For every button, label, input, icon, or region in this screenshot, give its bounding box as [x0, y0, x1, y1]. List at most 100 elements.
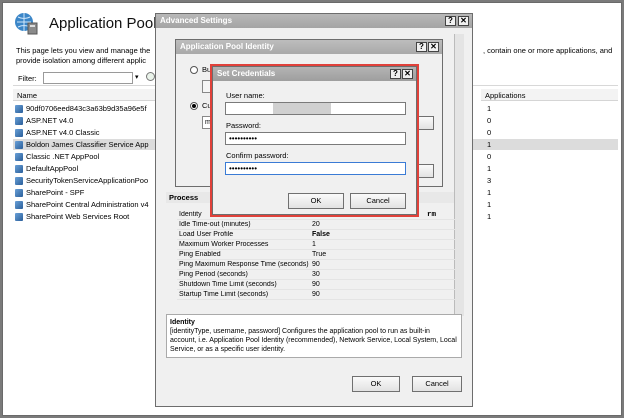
pool-row[interactable]: SharePoint Central Administration v4: [15, 199, 158, 210]
creds-cancel-button[interactable]: Cancel: [350, 193, 406, 209]
pool-row[interactable]: SecurityTokenServiceApplicationPoo: [15, 175, 158, 186]
property-value: 90: [312, 291, 320, 298]
pool-row[interactable]: 90df0706eed843c3a63b9d35a96e5f: [15, 103, 158, 114]
property-row[interactable]: Idle Time-out (minutes) 20: [177, 220, 457, 230]
pool-row[interactable]: SharePoint Web Services Root: [15, 211, 158, 222]
pool-name: ASP.NET v4.0 Classic: [26, 128, 100, 137]
description-line-1: This page lets you view and manage the: [16, 46, 151, 55]
column-header-applications[interactable]: Applications: [481, 89, 618, 101]
identity-title: Application Pool Identity: [180, 42, 274, 51]
dropdown-arrow-icon[interactable]: ▾: [135, 73, 139, 81]
column-header-name[interactable]: Name: [13, 89, 158, 101]
app-pool-icon: [15, 188, 23, 197]
filter-input[interactable]: [43, 72, 133, 84]
pool-app-count: 1: [487, 164, 492, 173]
advanced-ok-button[interactable]: OK: [352, 376, 400, 392]
filter-label: Filter:: [18, 74, 37, 83]
pool-name: SecurityTokenServiceApplicationPoo: [26, 176, 149, 185]
app-pool-icon: [15, 152, 23, 161]
identity-close-button[interactable]: ✕: [428, 42, 439, 52]
property-name: Load User Profile: [179, 231, 234, 238]
description-title: Identity: [170, 319, 195, 326]
property-row[interactable]: Startup Time Limit (seconds) 90: [177, 290, 457, 300]
pool-app-count: 1: [487, 200, 492, 209]
property-value: 90: [312, 281, 320, 288]
property-name: Ping Enabled: [179, 251, 221, 258]
pool-name: Classic .NET AppPool: [26, 152, 100, 161]
advanced-settings-titlebar: Advanced Settings: [156, 14, 472, 28]
pool-app-count: 0: [487, 128, 492, 137]
custom-account-radio[interactable]: [190, 102, 198, 110]
property-row[interactable]: Ping Maximum Response Time (seconds) 90: [177, 260, 457, 270]
identity-value-fragment: rm: [427, 211, 437, 219]
description-line-2: provide isolation among different applic: [16, 56, 146, 65]
password-field[interactable]: ••••••••••: [225, 132, 406, 145]
builtin-account-radio[interactable]: [190, 66, 198, 74]
pool-app-count: 3: [487, 176, 492, 185]
confirm-password-label: Confirm password:: [226, 151, 289, 160]
pool-name: SharePoint - SPF: [26, 188, 85, 197]
page-title: Application Pools: [49, 15, 165, 32]
app-pool-icon: [15, 104, 23, 113]
property-row[interactable]: Maximum Worker Processes 1: [177, 240, 457, 250]
close-button[interactable]: ✕: [458, 16, 469, 26]
set-credentials-dialog: Set Credentials ? ✕ User name: Password:…: [212, 66, 417, 215]
description-text: [identityType, username, password] Confi…: [170, 328, 457, 353]
pool-app-count: 1: [487, 104, 492, 113]
pool-row[interactable]: DefaultAppPool: [15, 163, 158, 174]
password-label: Password:: [226, 121, 262, 130]
app-pool-icon: [15, 116, 23, 125]
go-icon[interactable]: [146, 72, 155, 81]
pool-name: SharePoint Central Administration v4: [26, 200, 149, 209]
identity-help-button[interactable]: ?: [416, 42, 427, 52]
advanced-cancel-button[interactable]: Cancel: [412, 376, 462, 392]
set-credentials-titlebar: Set Credentials: [213, 67, 416, 81]
property-name: Idle Time-out (minutes): [179, 221, 251, 228]
username-label: User name:: [226, 91, 265, 100]
creds-ok-button[interactable]: OK: [288, 193, 344, 209]
pool-row[interactable]: SharePoint - SPF: [15, 187, 158, 198]
app-pool-icon: [15, 212, 23, 221]
iis-manager-window: Application Pools This page lets you vie…: [2, 2, 622, 416]
property-row[interactable]: Load User Profile False: [177, 230, 457, 240]
description-panel: Identity [identityType, username, passwo…: [166, 314, 462, 358]
property-value: 1: [312, 241, 316, 248]
property-name: Maximum Worker Processes: [179, 241, 269, 248]
property-value: 20: [312, 221, 320, 228]
app-pool-icon: [15, 176, 23, 185]
pool-name: SharePoint Web Services Root: [26, 212, 130, 221]
pool-app-count: 1: [487, 140, 492, 149]
pool-app-count: 1: [487, 212, 492, 221]
pool-name: ASP.NET v4.0: [26, 116, 74, 125]
property-name: Shutdown Time Limit (seconds): [179, 281, 277, 288]
confirm-password-field[interactable]: ••••••••••: [225, 162, 406, 175]
pool-row[interactable]: Classic .NET AppPool: [15, 151, 158, 162]
property-value: True: [312, 251, 327, 258]
creds-close-button[interactable]: ✕: [402, 69, 413, 79]
property-row[interactable]: Shutdown Time Limit (seconds) 90: [177, 280, 457, 290]
page-description-right: , contain one or more applications, and: [483, 46, 613, 55]
property-value: 30: [312, 271, 320, 278]
pool-row[interactable]: Boldon James Classifier Service App: [15, 139, 158, 150]
pool-app-count: 0: [487, 116, 492, 125]
creds-help-button[interactable]: ?: [390, 69, 401, 79]
pool-name: 90df0706eed843c3a63b9d35a96e5f: [26, 104, 147, 113]
pool-row[interactable]: ASP.NET v4.0: [15, 115, 158, 126]
app-pool-icon: [15, 128, 23, 137]
property-row[interactable]: Ping Enabled True: [177, 250, 457, 260]
redacted-username-block: [273, 103, 331, 114]
app-pools-icon: [15, 13, 38, 35]
pool-name: DefaultAppPool: [26, 164, 79, 173]
pool-app-count: 1: [487, 188, 492, 197]
app-pool-icon: [15, 164, 23, 173]
identity-titlebar: Application Pool Identity: [176, 40, 442, 54]
pool-name: Boldon James Classifier Service App: [26, 140, 149, 149]
property-row[interactable]: Ping Period (seconds) 30: [177, 270, 457, 280]
property-name: Ping Maximum Response Time (seconds): [179, 261, 309, 268]
help-button[interactable]: ?: [445, 16, 456, 26]
property-value: 90: [312, 261, 320, 268]
property-value: False: [312, 231, 330, 238]
app-pool-icon: [15, 140, 23, 149]
pool-row[interactable]: ASP.NET v4.0 Classic: [15, 127, 158, 138]
advanced-settings-title: Advanced Settings: [160, 16, 233, 25]
